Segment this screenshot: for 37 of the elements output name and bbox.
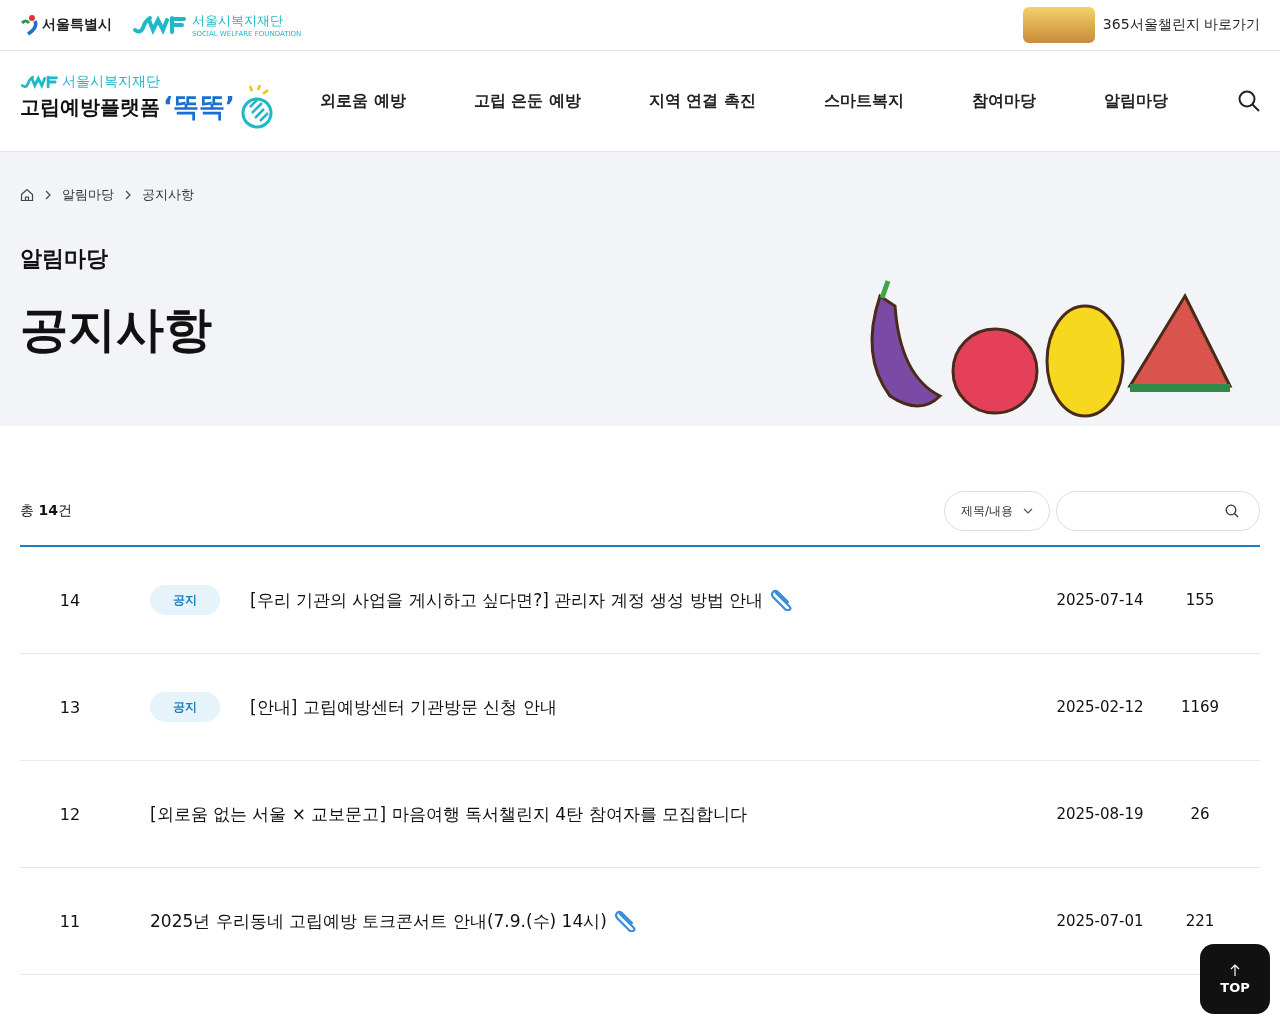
nav-item[interactable]: 지역 연결 촉진 xyxy=(648,90,756,112)
breadcrumb-link[interactable]: 공지사항 xyxy=(142,186,194,204)
notice-tag: 공지 xyxy=(150,585,220,615)
back-to-top-button[interactable]: TOP xyxy=(1200,944,1270,1014)
post-date: 2025-02-12 xyxy=(1055,698,1145,716)
nav-item[interactable]: 고립 은둔 예방 xyxy=(473,90,581,112)
view-count: 155 xyxy=(1184,591,1216,609)
breadcrumb-link[interactable]: 알림마당 xyxy=(62,186,114,204)
search-filter-dropdown[interactable]: 제목/내용 xyxy=(944,491,1050,531)
post-title-link[interactable]: [외로움 없는 서울 × 교보문고] 마음여행 독서챌린지 4탄 참여자를 모집합니다 xyxy=(150,802,747,826)
post-title-link[interactable]: [안내] 고립예방센터 기관방문 신청 안내 xyxy=(250,695,557,719)
post-number: 13 xyxy=(58,697,82,717)
view-count: 26 xyxy=(1189,805,1211,823)
post-number: 12 xyxy=(58,804,82,824)
page-title: 공지사항 xyxy=(20,300,212,359)
nav-item[interactable]: 알림마당 xyxy=(1103,90,1168,112)
view-count: 221 xyxy=(1184,912,1216,930)
brand-org-text: 서울시복지재단 xyxy=(62,73,160,91)
post-date: 2025-08-19 xyxy=(1055,805,1145,823)
nav-item[interactable]: 외로움 예방 xyxy=(320,90,406,112)
notice-tag: 공지 xyxy=(150,692,220,722)
post-title-link[interactable]: 2025년 우리동네 고립예방 토크콘서트 안내(7.9.(수) 14시) xyxy=(150,909,607,933)
post-number: 14 xyxy=(58,590,82,610)
view-count: 1169 xyxy=(1179,698,1221,716)
nav-item[interactable]: 스마트복지 xyxy=(823,90,904,112)
nav-item[interactable]: 참여마당 xyxy=(971,90,1036,112)
section-title: 알림마당 xyxy=(20,245,109,273)
seoul-logo-text: 서울특별시 xyxy=(42,16,112,34)
challenge-link[interactable]: 365서울챌린지 바로가기 xyxy=(1102,16,1260,34)
post-date: 2025-07-14 xyxy=(1055,591,1145,609)
post-number: 11 xyxy=(58,911,82,931)
foundation-logo-text: 서울시복지재단 xyxy=(192,12,284,30)
post-date: 2025-07-01 xyxy=(1055,912,1145,930)
brand-highlight: ‘똑똑’ xyxy=(163,90,235,124)
total-count: 총 14건 xyxy=(20,502,72,520)
post-title-link[interactable]: [우리 기관의 사업을 게시하고 싶다면?] 관리자 계정 생성 방법 안내 xyxy=(250,588,763,612)
brand-title: 고립예방플랫폼 xyxy=(20,93,160,121)
